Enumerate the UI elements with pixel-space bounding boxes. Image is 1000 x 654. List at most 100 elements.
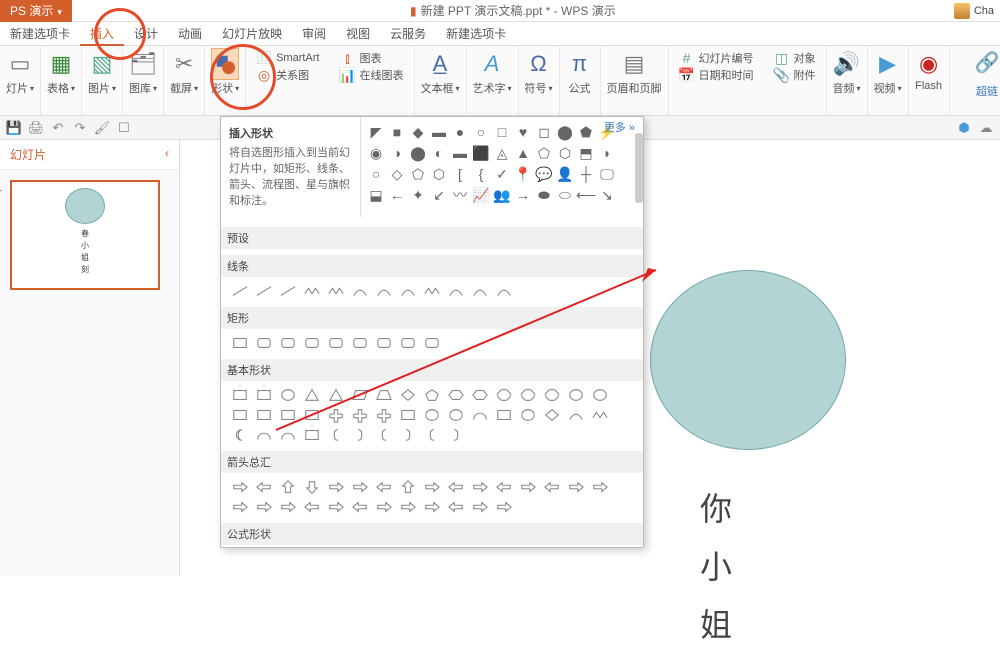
shape-row-lines-8[interactable]: [421, 281, 443, 301]
shape-row-arrows1-2[interactable]: [277, 477, 299, 497]
relation-button[interactable]: ◎关系图: [256, 67, 319, 83]
shape-row-basic1-0[interactable]: [229, 385, 251, 405]
tab-view[interactable]: 视图: [336, 21, 380, 46]
shape-row-arrows2-9[interactable]: [445, 497, 467, 517]
recent-shape-40[interactable]: 〰: [451, 186, 469, 204]
shape-row-basic1-3[interactable]: [301, 385, 323, 405]
shape-row-lines-5[interactable]: [349, 281, 371, 301]
shape-row-arrows2-5[interactable]: [349, 497, 371, 517]
attachment-button[interactable]: 📎附件: [774, 67, 816, 83]
shape-row-basic1-9[interactable]: [445, 385, 467, 405]
qat-save-icon[interactable]: 💾: [6, 120, 22, 136]
shape-row-arrows1-10[interactable]: [469, 477, 491, 497]
shape-row-basic2-2[interactable]: [277, 405, 299, 425]
recent-shape-16[interactable]: ▬: [451, 144, 469, 162]
shape-row-basic2-10[interactable]: [469, 405, 491, 425]
recent-shape-13[interactable]: ◑: [388, 144, 406, 162]
shape-row-arrows1-5[interactable]: [349, 477, 371, 497]
recent-shape-30[interactable]: ✓: [493, 165, 511, 183]
recent-shape-29[interactable]: {: [472, 165, 490, 183]
shape-row-rects-4[interactable]: [325, 333, 347, 353]
shape-row-basic2-5[interactable]: [349, 405, 371, 425]
shape-row-basic3-5[interactable]: [349, 425, 371, 445]
scrollbar-thumb[interactable]: [635, 133, 643, 203]
user-area[interactable]: Cha: [954, 3, 1000, 19]
shape-row-arrows1-14[interactable]: [565, 477, 587, 497]
recent-shape-43[interactable]: →: [514, 186, 532, 204]
qat-cloud-icon[interactable]: ☁: [978, 120, 994, 136]
recent-shape-23[interactable]: ◗: [598, 144, 616, 162]
shape-row-arrows2-4[interactable]: [325, 497, 347, 517]
recent-shape-25[interactable]: ◇: [388, 165, 406, 183]
recent-shape-44[interactable]: ⬬: [535, 186, 553, 204]
group-headerfooter[interactable]: ▤页眉和页脚: [601, 46, 669, 115]
shape-row-arrows2-10[interactable]: [469, 497, 491, 517]
tab-cloud[interactable]: 云服务: [380, 21, 436, 46]
shape-row-arrows2-6[interactable]: [373, 497, 395, 517]
recent-shape-41[interactable]: 📈: [472, 186, 490, 204]
shape-row-basic1-14[interactable]: [565, 385, 587, 405]
shape-row-basic3-3[interactable]: [301, 425, 323, 445]
recent-shape-31[interactable]: 📍: [514, 165, 532, 183]
shape-row-basic3-4[interactable]: [325, 425, 347, 445]
shape-row-arrows1-13[interactable]: [541, 477, 563, 497]
shape-row-rects-6[interactable]: [373, 333, 395, 353]
tab-insert[interactable]: 插入: [80, 21, 124, 46]
shape-row-arrows2-7[interactable]: [397, 497, 419, 517]
recent-shape-17[interactable]: ⬛: [472, 144, 490, 162]
recent-shape-21[interactable]: ⬡: [556, 144, 574, 162]
shape-row-basic1-1[interactable]: [253, 385, 275, 405]
shape-row-basic2-1[interactable]: [253, 405, 275, 425]
recent-shape-10[interactable]: ⬟: [577, 123, 595, 141]
group-equation[interactable]: π公式: [560, 46, 601, 115]
shape-row-lines-9[interactable]: [445, 281, 467, 301]
group-slide[interactable]: ▭灯片▾: [0, 46, 41, 115]
shape-row-basic1-6[interactable]: [373, 385, 395, 405]
recent-shape-12[interactable]: ◉: [367, 144, 385, 162]
onlinechart-button[interactable]: 📊在线图表: [340, 67, 404, 83]
group-audio[interactable]: 🔊音频▾: [827, 46, 868, 115]
recent-shape-27[interactable]: ⬡: [430, 165, 448, 183]
shape-row-lines-10[interactable]: [469, 281, 491, 301]
shape-row-arrows1-11[interactable]: [493, 477, 515, 497]
shape-row-basic1-7[interactable]: [397, 385, 419, 405]
recent-shape-36[interactable]: ⬓: [367, 186, 385, 204]
shape-row-lines-3[interactable]: [301, 281, 323, 301]
recent-shape-35[interactable]: 🖵: [598, 165, 616, 183]
recent-shape-15[interactable]: ◐: [430, 144, 448, 162]
shape-row-basic1-10[interactable]: [469, 385, 491, 405]
shape-row-basic2-6[interactable]: [373, 405, 395, 425]
recent-shape-42[interactable]: 👥: [493, 186, 511, 204]
shape-row-rects-7[interactable]: [397, 333, 419, 353]
shape-row-lines-1[interactable]: [253, 281, 275, 301]
recent-shape-45[interactable]: ⬭: [556, 186, 574, 204]
shape-row-basic1-4[interactable]: [325, 385, 347, 405]
shape-row-rects-3[interactable]: [301, 333, 323, 353]
recent-shape-1[interactable]: ■: [388, 123, 406, 141]
popup-body[interactable]: 预设 线条 矩形 基本形状 箭头总汇 公式形状: [221, 217, 643, 547]
tab-design[interactable]: 设计: [124, 21, 168, 46]
shape-row-basic2-9[interactable]: [445, 405, 467, 425]
shape-row-lines-7[interactable]: [397, 281, 419, 301]
shape-row-lines-4[interactable]: [325, 281, 347, 301]
qat-formatbrush-icon[interactable]: 🖌: [94, 120, 110, 136]
object-button[interactable]: ◫对象: [774, 50, 816, 66]
recent-shape-33[interactable]: 👤: [556, 165, 574, 183]
datetime-button[interactable]: 📅日期和时间: [679, 67, 754, 83]
tab-review[interactable]: 审阅: [292, 21, 336, 46]
shape-row-basic2-12[interactable]: [517, 405, 539, 425]
recent-shape-37[interactable]: ←: [388, 186, 406, 204]
shape-row-arrows1-15[interactable]: [589, 477, 611, 497]
group-pic[interactable]: ▧图片▾: [82, 46, 123, 115]
shape-row-basic2-0[interactable]: [229, 405, 251, 425]
shape-row-basic1-2[interactable]: [277, 385, 299, 405]
recent-shape-39[interactable]: ↙: [430, 186, 448, 204]
tab-newtabopt[interactable]: 新建选项卡: [0, 21, 80, 46]
shape-row-arrows1-9[interactable]: [445, 477, 467, 497]
recent-shape-3[interactable]: ▬: [430, 123, 448, 141]
recent-shape-18[interactable]: ◬: [493, 144, 511, 162]
recent-shape-22[interactable]: ⬒: [577, 144, 595, 162]
recent-shape-38[interactable]: ✦: [409, 186, 427, 204]
shape-row-basic1-5[interactable]: [349, 385, 371, 405]
shape-row-rects-0[interactable]: [229, 333, 251, 353]
